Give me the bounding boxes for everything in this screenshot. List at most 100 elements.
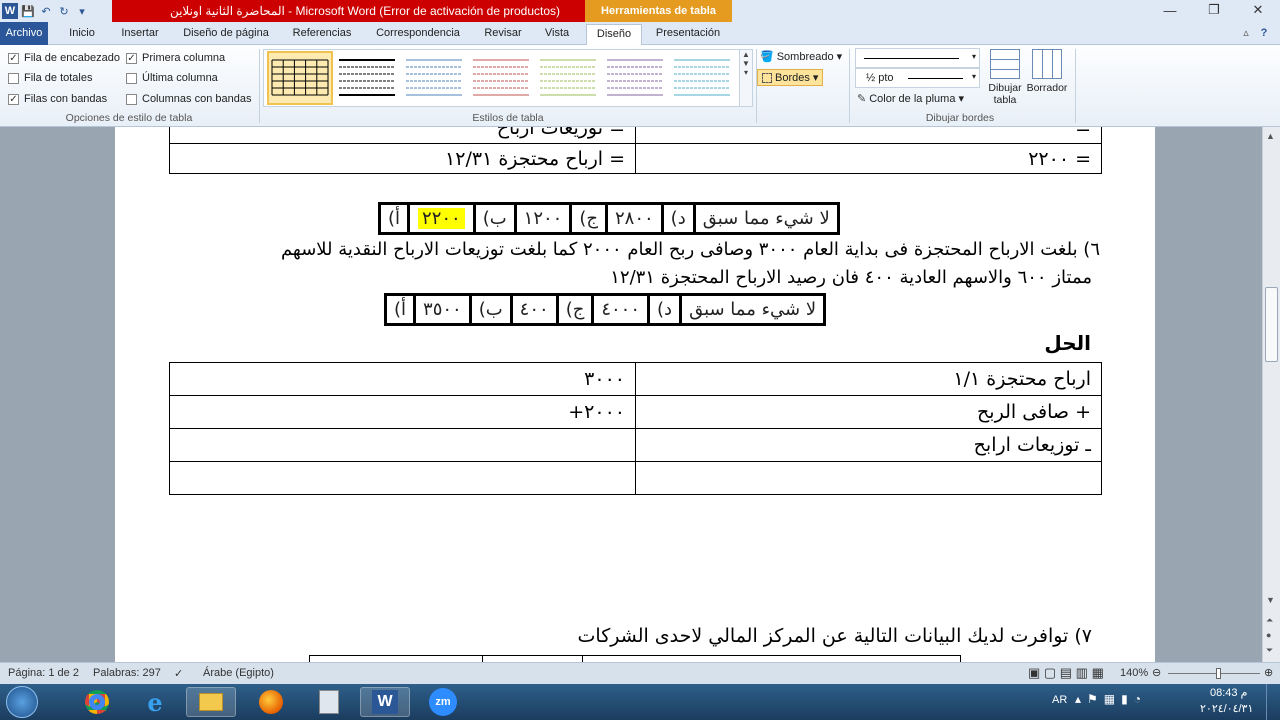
- option-header-row[interactable]: ✓ Fila de encabezado: [8, 52, 120, 64]
- table-style-thumbnail[interactable]: [540, 59, 596, 96]
- option-cell[interactable]: ج): [555, 293, 595, 326]
- tab-correspondencia[interactable]: Correspondencia: [368, 24, 468, 45]
- view-print-layout-icon[interactable]: ▣ ▢ ▤ ▥ ▦: [1028, 665, 1104, 681]
- top-table-cell[interactable]: = ارباح محتجزة ١٢/٣١: [169, 143, 636, 174]
- solution-cell[interactable]: ٢٠٠٠+: [169, 395, 636, 429]
- word-icon[interactable]: W: [360, 687, 410, 717]
- tab-diseno-pagina[interactable]: Diseño de página: [175, 24, 277, 45]
- option-cell[interactable]: ب): [468, 293, 513, 326]
- zoom-level[interactable]: 140%: [1120, 667, 1148, 679]
- zoom-out-icon[interactable]: ⊖: [1152, 666, 1161, 679]
- undo-icon[interactable]: ↶: [38, 3, 54, 19]
- solution-cell[interactable]: ارباح محتجزة ١/١: [635, 362, 1102, 396]
- option-total-row[interactable]: Fila de totales: [8, 72, 92, 84]
- option-cell[interactable]: لا شيء مما سبق: [692, 202, 840, 235]
- tab-insertar[interactable]: Insertar: [112, 24, 168, 45]
- option-cell[interactable]: ٤٠٠٠: [591, 293, 651, 326]
- solution-cell[interactable]: [169, 428, 636, 462]
- solution-cell[interactable]: [169, 461, 636, 495]
- next-page-icon[interactable]: ⏷: [1266, 645, 1273, 656]
- table-style-thumbnails[interactable]: [264, 50, 742, 106]
- borders-button[interactable]: Bordes ▾: [757, 69, 824, 86]
- table-style-thumbnail[interactable]: [267, 51, 333, 105]
- explorer-icon[interactable]: [186, 687, 236, 717]
- tab-revisar[interactable]: Revisar: [476, 24, 530, 45]
- close-icon[interactable]: ✕: [1236, 0, 1280, 20]
- table-styles-gallery[interactable]: [263, 49, 743, 107]
- prev-page-icon[interactable]: ⏶: [1266, 615, 1273, 626]
- clock-time[interactable]: 08:43 م: [1210, 686, 1247, 699]
- option-cell[interactable]: أ): [383, 293, 417, 326]
- tab-referencias[interactable]: Referencias: [286, 24, 358, 45]
- option-cell[interactable]: ٤٠٠: [509, 293, 559, 326]
- show-desktop-button[interactable]: [1266, 684, 1280, 720]
- top-table-cell[interactable]: =: [635, 127, 1102, 144]
- document-page[interactable]: = توزيعات ارباح = = ارباح محتجزة ١٢/٣١ =…: [115, 127, 1155, 662]
- eraser-button[interactable]: Borrador: [1025, 49, 1069, 94]
- table-style-thumbnail[interactable]: [607, 59, 663, 96]
- option-banded-columns[interactable]: Columnas con bandas: [126, 93, 251, 105]
- option-cell[interactable]: د): [660, 202, 696, 235]
- tab-presentacion[interactable]: Presentación: [648, 24, 728, 45]
- solution-cell[interactable]: ـ توزيعات ارابح: [635, 428, 1102, 462]
- top-table-cell[interactable]: = توزيعات ارباح: [169, 127, 636, 144]
- option-banded-rows[interactable]: ✓ Filas con bandas: [8, 93, 107, 105]
- ie-icon[interactable]: e: [130, 687, 180, 717]
- tab-archivo[interactable]: Archivo: [0, 22, 48, 45]
- tab-vista[interactable]: Vista: [536, 24, 578, 45]
- page-count[interactable]: Página: 1 de 2: [8, 667, 79, 679]
- option-last-column[interactable]: Última columna: [126, 72, 218, 84]
- pen-color-button[interactable]: ✎ Color de la pluma ▾: [857, 92, 964, 106]
- solution-heading[interactable]: الحل: [1044, 331, 1091, 355]
- clock-date[interactable]: ٢٠٢٤/٠٤/٣١: [1200, 702, 1253, 715]
- word-logo-icon[interactable]: W: [2, 3, 18, 19]
- pen-weight-select[interactable]: ½ pto ▾: [855, 68, 980, 88]
- option-cell[interactable]: أ): [377, 202, 411, 235]
- customize-qat-icon[interactable]: ▾: [74, 3, 90, 19]
- option-cell[interactable]: ١٢٠٠: [513, 202, 573, 235]
- option-cell[interactable]: لا شيء مما سبق: [679, 293, 827, 326]
- gallery-scroll[interactable]: ▲ ▼ ▾: [739, 49, 753, 107]
- checkbox[interactable]: [126, 93, 137, 105]
- word-count[interactable]: Palabras: 297: [93, 667, 161, 679]
- browse-object-icon[interactable]: ●: [1266, 630, 1271, 640]
- zoom-slider-thumb[interactable]: [1216, 668, 1221, 679]
- question-6-line-1[interactable]: ٦) بلغت الارباح المحتجزة فى بداية العام …: [160, 239, 1100, 260]
- tab-diseno[interactable]: Diseño: [586, 24, 642, 46]
- option-cell[interactable]: ب): [472, 202, 517, 235]
- checkbox[interactable]: [8, 72, 19, 84]
- vertical-scrollbar[interactable]: ▲ ▼ ⏶ ● ⏷: [1262, 127, 1280, 662]
- tray-icons[interactable]: ▴⚑▦▮◔: [1075, 692, 1147, 706]
- top-table-cell[interactable]: = ٢٢٠٠: [635, 143, 1102, 174]
- start-button-icon[interactable]: [6, 686, 38, 718]
- minimize-icon[interactable]: —: [1148, 0, 1192, 20]
- checkbox[interactable]: ✓: [8, 52, 19, 64]
- save-icon[interactable]: 💾: [20, 3, 36, 19]
- option-cell[interactable]: د): [647, 293, 683, 326]
- question-7[interactable]: ٧) توافرت لديك البيانات التالية عن المرك…: [578, 625, 1092, 647]
- table-style-thumbnail[interactable]: [473, 59, 529, 96]
- spelling-icon[interactable]: ✓: [174, 667, 183, 680]
- solution-cell[interactable]: ٣٠٠٠: [169, 362, 636, 396]
- chrome-icon[interactable]: [72, 687, 122, 717]
- input-language[interactable]: AR: [1052, 694, 1067, 706]
- option-cell[interactable]: ج): [569, 202, 608, 235]
- shading-button[interactable]: 🪣 Sombreado ▾: [760, 50, 842, 64]
- language[interactable]: Árabe (Egipto): [203, 667, 274, 679]
- zoom-slider[interactable]: [1168, 668, 1260, 679]
- table-style-thumbnail[interactable]: [674, 59, 730, 96]
- table-style-thumbnail[interactable]: [339, 59, 395, 96]
- tab-inicio[interactable]: Inicio: [60, 24, 104, 45]
- redo-icon[interactable]: ↻: [56, 3, 72, 19]
- option-cell[interactable]: ٣٥٠٠: [413, 293, 472, 326]
- scroll-thumb[interactable]: [1265, 287, 1278, 362]
- checkbox[interactable]: ✓: [126, 52, 137, 64]
- checkbox[interactable]: ✓: [8, 93, 19, 105]
- firefox-icon[interactable]: [246, 687, 296, 717]
- question-6-line-2[interactable]: ممتاز ٦٠٠ والاسهم العادية ٤٠٠ فان رصيد ا…: [192, 267, 1092, 288]
- zoom-in-icon[interactable]: ⊕: [1264, 666, 1273, 679]
- help-icon[interactable]: ?: [1256, 24, 1272, 45]
- scroll-up-icon[interactable]: ▲: [1266, 131, 1275, 141]
- table-style-thumbnail[interactable]: [406, 59, 462, 96]
- pen-style-select[interactable]: ▾: [855, 48, 980, 68]
